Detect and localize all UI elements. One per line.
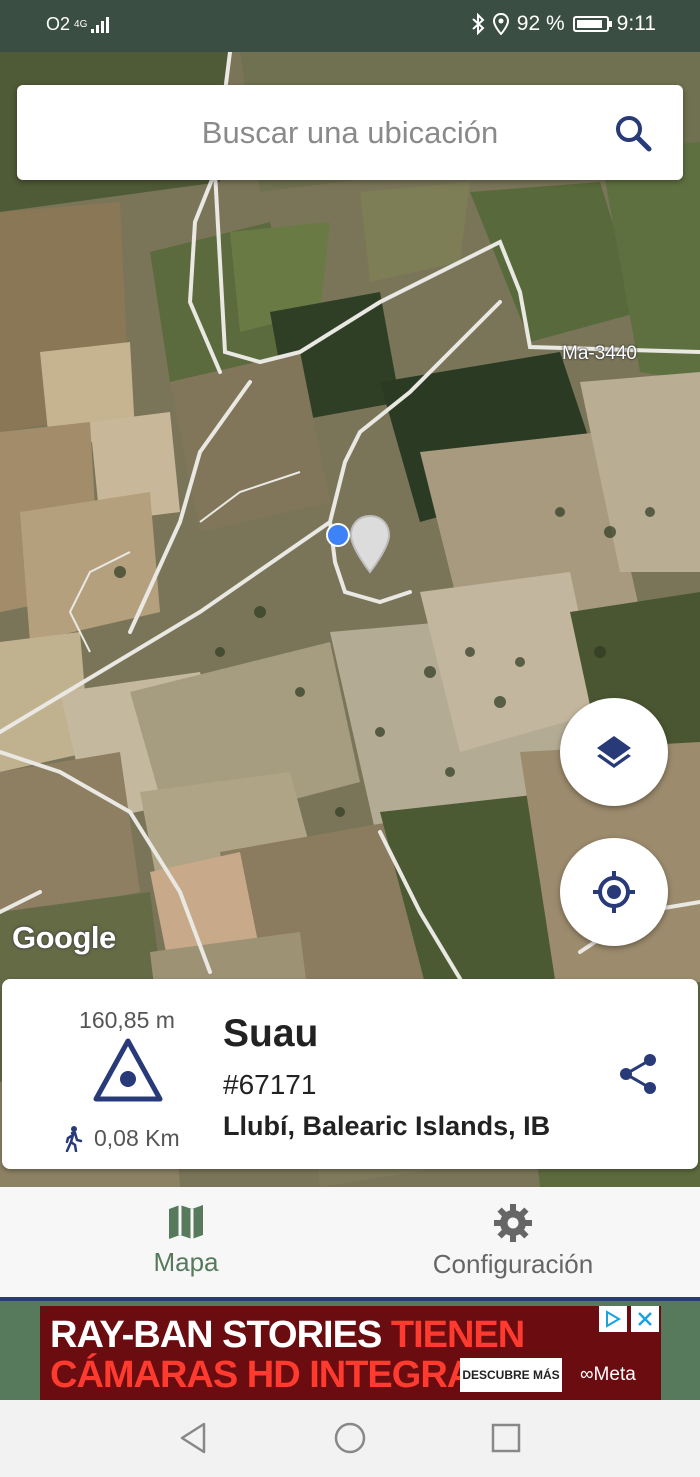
- nav-item-settings[interactable]: Configuración: [410, 1187, 616, 1297]
- ad-headline-1: RAY-BAN STORIES TIENEN: [50, 1314, 525, 1357]
- share-icon[interactable]: [616, 1051, 662, 1097]
- place-pin-icon[interactable]: [348, 514, 392, 574]
- battery-icon: [572, 16, 612, 32]
- back-icon[interactable]: [176, 1420, 212, 1456]
- search-placeholder[interactable]: Buscar una ubicación: [17, 115, 583, 151]
- signal-icon: [91, 16, 110, 33]
- adchoices-icon[interactable]: [599, 1306, 627, 1332]
- ad-brand: ∞Meta: [580, 1364, 636, 1385]
- search-bar[interactable]: Buscar una ubicación: [17, 85, 683, 180]
- network-label: 4G: [74, 18, 88, 30]
- ad-bar: RAY-BAN STORIES TIENEN CÁMARAS HD INTEGR…: [0, 1297, 700, 1400]
- ad-banner[interactable]: RAY-BAN STORIES TIENEN CÁMARAS HD INTEGR…: [40, 1306, 661, 1400]
- battery-percent: 92 %: [516, 12, 565, 35]
- layers-button[interactable]: [560, 698, 668, 806]
- search-icon[interactable]: [613, 113, 653, 153]
- ad-cta-button[interactable]: DESCUBRE MÁS: [460, 1358, 562, 1392]
- place-name: Suau: [223, 1012, 319, 1055]
- gear-icon: [494, 1204, 532, 1242]
- ad-close-icon[interactable]: [631, 1306, 659, 1332]
- walking-icon: [65, 1125, 83, 1152]
- bluetooth-icon: [472, 13, 485, 35]
- distance-row: 0,08 Km: [62, 1125, 180, 1152]
- system-navigation-bar: [0, 1400, 700, 1477]
- status-bar: O2 4G 92 % 9:11: [0, 0, 700, 52]
- elevation-triangle-icon: [93, 1038, 163, 1102]
- clock: 9:11: [616, 12, 656, 35]
- elevation-text: 160,85 m: [79, 1007, 175, 1033]
- ad-headline-1-red: TIENEN: [390, 1314, 525, 1356]
- map-icon: [169, 1205, 203, 1239]
- distance-text: 0,08 Km: [94, 1125, 180, 1151]
- home-icon[interactable]: [332, 1420, 368, 1456]
- nav-item-map[interactable]: Mapa: [96, 1187, 276, 1297]
- google-attribution: Google: [12, 920, 116, 955]
- status-left: O2 4G: [46, 14, 110, 35]
- location-icon: [492, 13, 509, 35]
- layers-icon: [597, 736, 631, 768]
- my-location-icon: [593, 871, 635, 913]
- bottom-navigation: Mapa Configuración: [0, 1187, 700, 1297]
- current-location-dot: [326, 523, 350, 547]
- recents-icon[interactable]: [488, 1420, 524, 1456]
- my-location-button[interactable]: [560, 838, 668, 946]
- place-location: Llubí, Balearic Islands, IB: [223, 1111, 551, 1141]
- status-right: 92 % 9:11: [471, 12, 656, 36]
- carrier-label: O2: [46, 14, 71, 34]
- nav-label-settings: Configuración: [432, 1249, 594, 1279]
- nav-label-map: Mapa: [153, 1247, 219, 1277]
- road-label: Ma-3440: [562, 343, 637, 364]
- place-id: #67171: [223, 1069, 317, 1100]
- ad-headline-1-white: RAY-BAN STORIES: [50, 1314, 382, 1356]
- place-info-card[interactable]: 160,85 m 0,08 Km Suau #67171 Llubí, Bale…: [2, 979, 698, 1169]
